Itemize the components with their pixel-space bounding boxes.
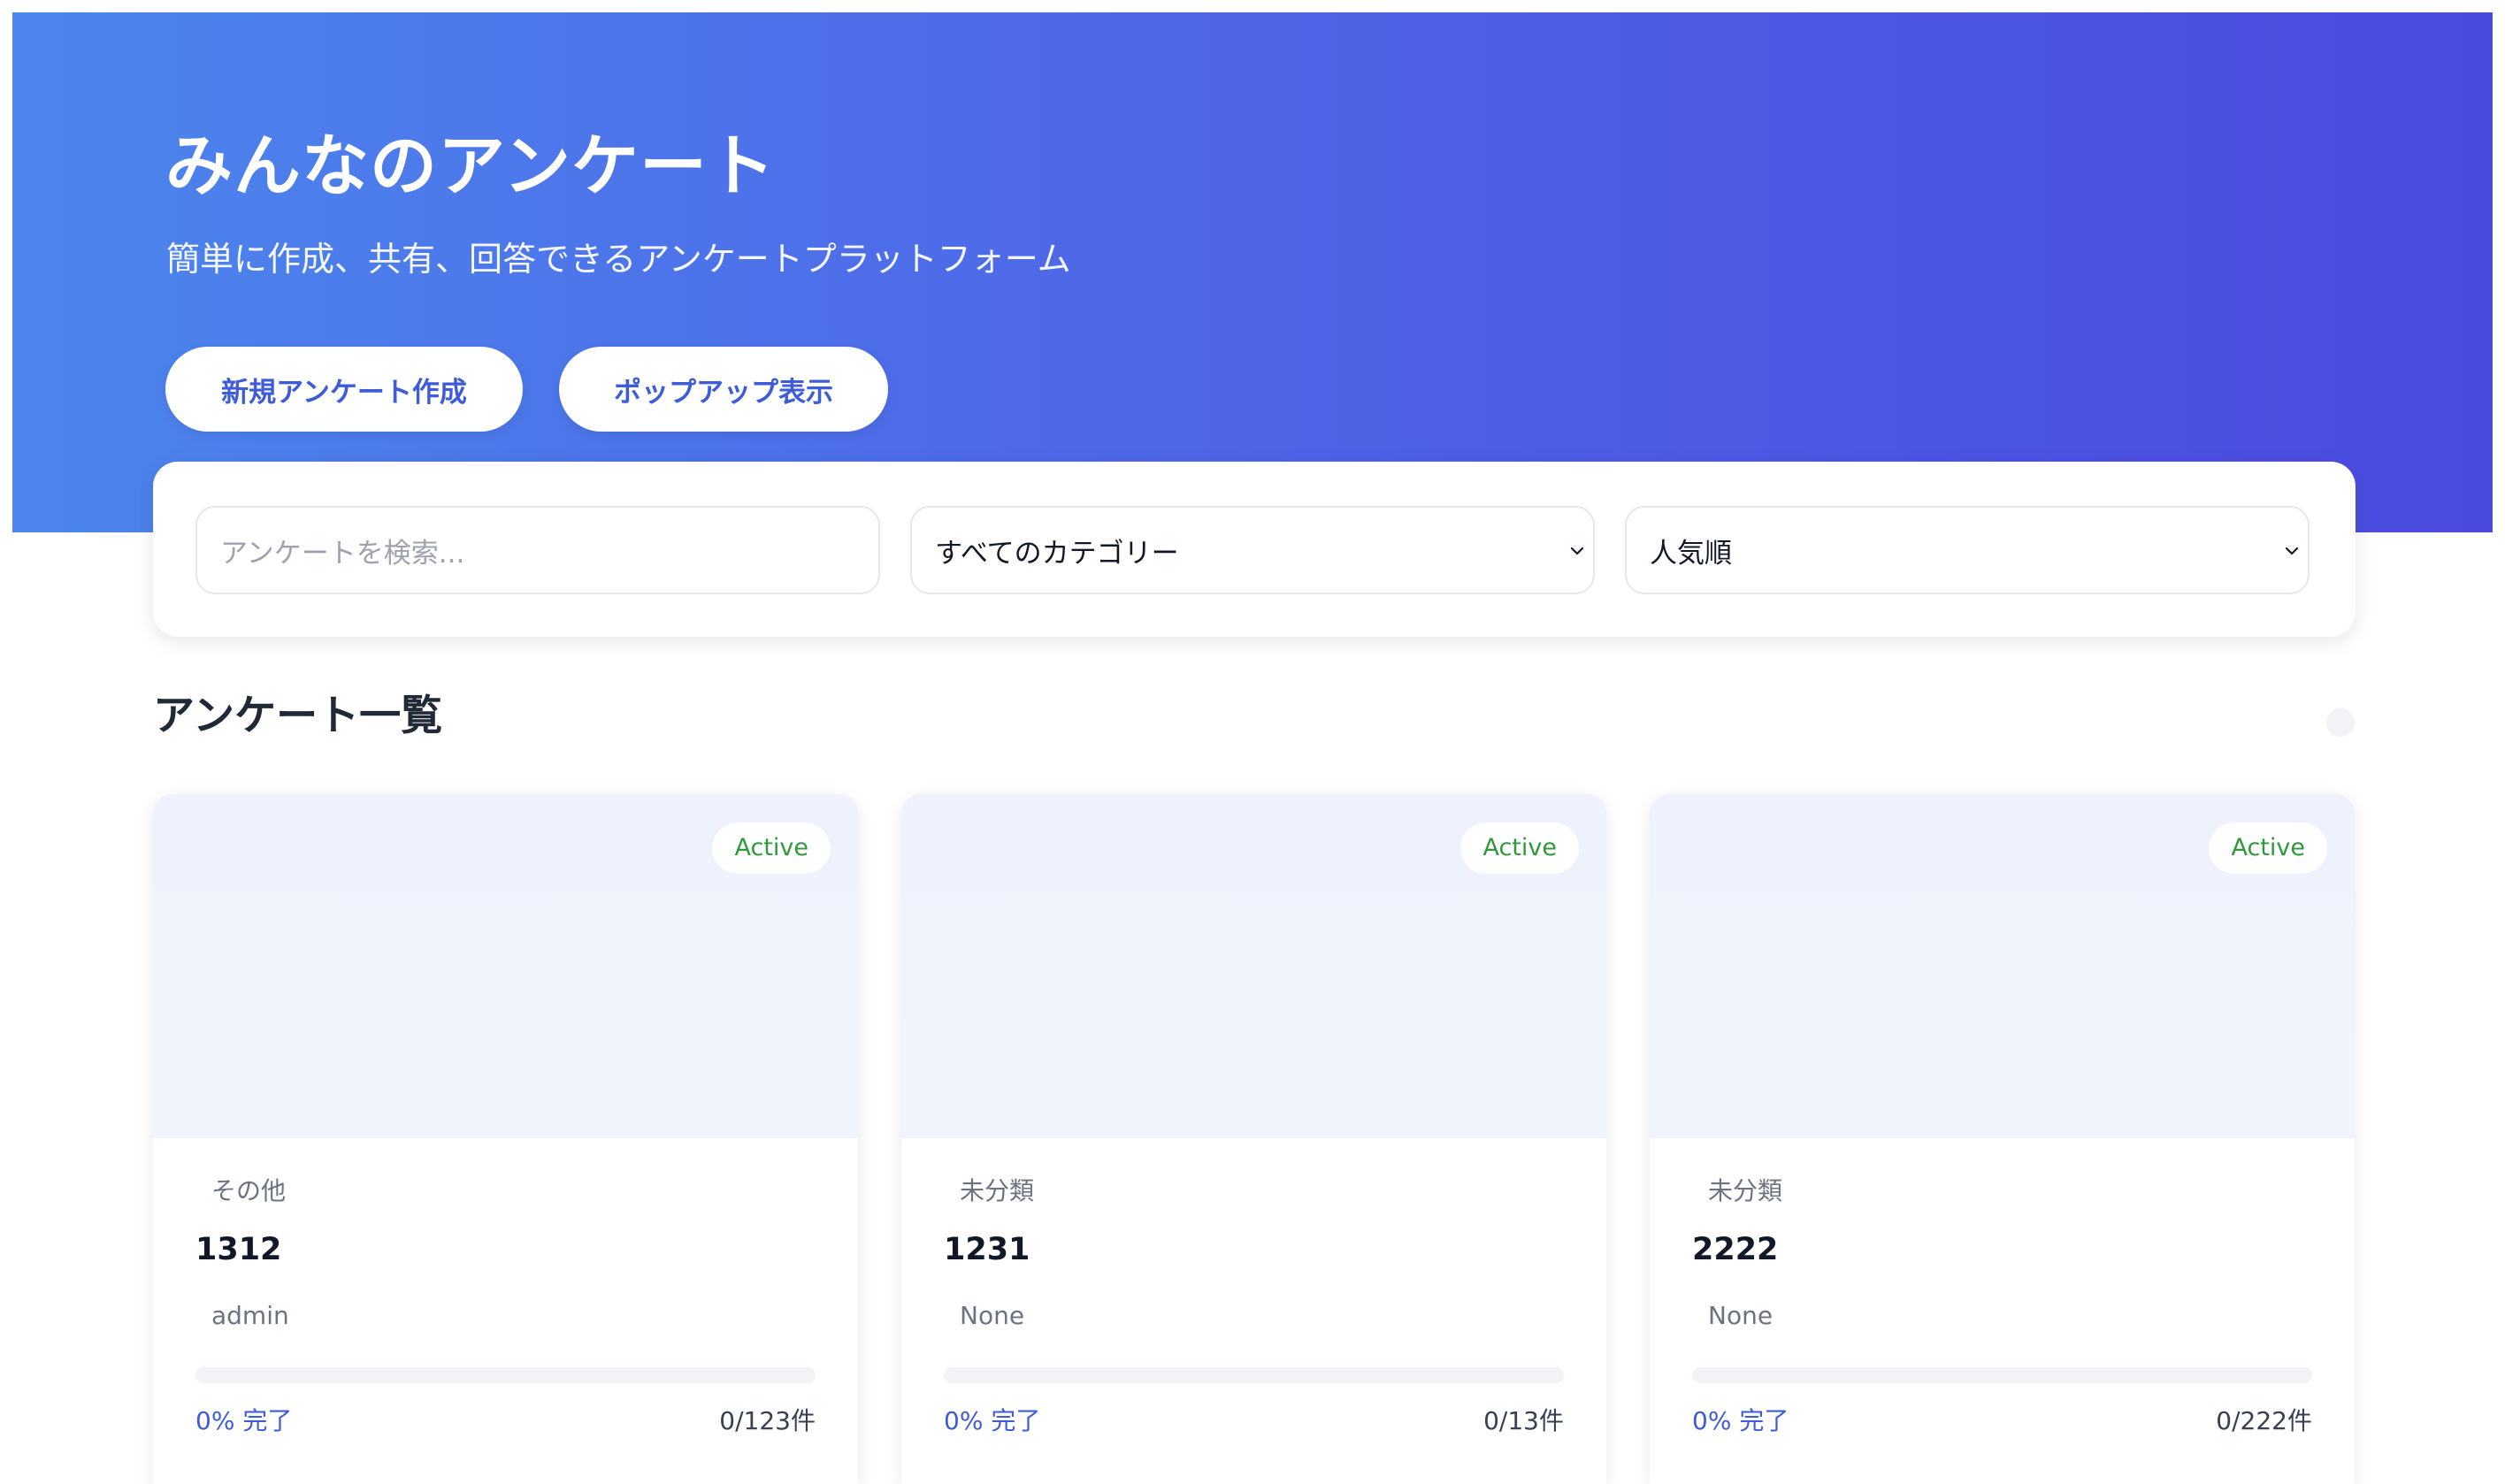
survey-dashboard: みんなのアンケート 簡単に作成、共有、回答できるアンケートプラットフォーム 新規… [0, 0, 2505, 1484]
survey-category: 未分類 [1708, 1176, 1783, 1205]
survey-search-input[interactable]: アンケートを検索... [195, 506, 880, 594]
survey-card[interactable]: Active 未分類 1231 None 0% 完了 0/13件 [901, 794, 1606, 1484]
page-subtitle: 簡単に作成、共有、回答できるアンケートプラットフォーム [166, 240, 1071, 279]
response-count-text: 0/123件 [719, 1406, 816, 1435]
status-badge: Active [712, 822, 831, 874]
survey-author: None [960, 1301, 1025, 1330]
survey-title[interactable]: 1312 [195, 1235, 281, 1266]
progress-track [1692, 1367, 2312, 1383]
survey-title[interactable]: 1231 [944, 1235, 1030, 1266]
survey-title[interactable]: 2222 [1692, 1235, 1778, 1266]
category-select[interactable]: すべてのカテゴリー [910, 506, 1595, 594]
status-badge: Active [1460, 822, 1579, 874]
progress-track [195, 1367, 816, 1383]
survey-card[interactable]: Active 未分類 2222 None 0% 完了 0/222件 [1650, 794, 2355, 1484]
sort-select[interactable]: 人気順 [1625, 506, 2310, 594]
survey-card[interactable]: Active その他 1312 admin 0% 完了 0/123件 [153, 794, 858, 1484]
progress-percent-text: 0% 完了 [195, 1406, 293, 1435]
progress-track [944, 1367, 1564, 1383]
survey-author: None [1708, 1301, 1773, 1330]
chevron-down-icon [1570, 547, 1584, 555]
chevron-down-icon [2285, 547, 2299, 555]
response-count-text: 0/222件 [2216, 1406, 2312, 1435]
survey-category: その他 [211, 1176, 287, 1205]
sort-selected-value: 人気順 [1650, 537, 1732, 570]
progress-percent-text: 0% 完了 [1692, 1406, 1789, 1435]
status-badge: Active [2209, 822, 2327, 874]
popup-display-button[interactable]: ポップアップ表示 [559, 347, 888, 432]
filter-panel: アンケートを検索... すべてのカテゴリー 人気順 [153, 462, 2356, 637]
hero-banner: みんなのアンケート 簡単に作成、共有、回答できるアンケートプラットフォーム 新規… [12, 12, 2493, 532]
loading-dot-icon [2326, 708, 2355, 737]
survey-list-title: アンケート一覧 [153, 692, 443, 740]
progress-percent-text: 0% 完了 [944, 1406, 1041, 1435]
search-placeholder: アンケートを検索... [220, 537, 465, 570]
survey-author: admin [211, 1301, 289, 1330]
response-count-text: 0/13件 [1483, 1406, 1564, 1435]
survey-category: 未分類 [960, 1176, 1035, 1205]
page-title: みんなのアンケート [165, 126, 776, 205]
category-selected-value: すべてのカテゴリー [935, 537, 1179, 570]
new-survey-button[interactable]: 新規アンケート作成 [165, 347, 523, 432]
